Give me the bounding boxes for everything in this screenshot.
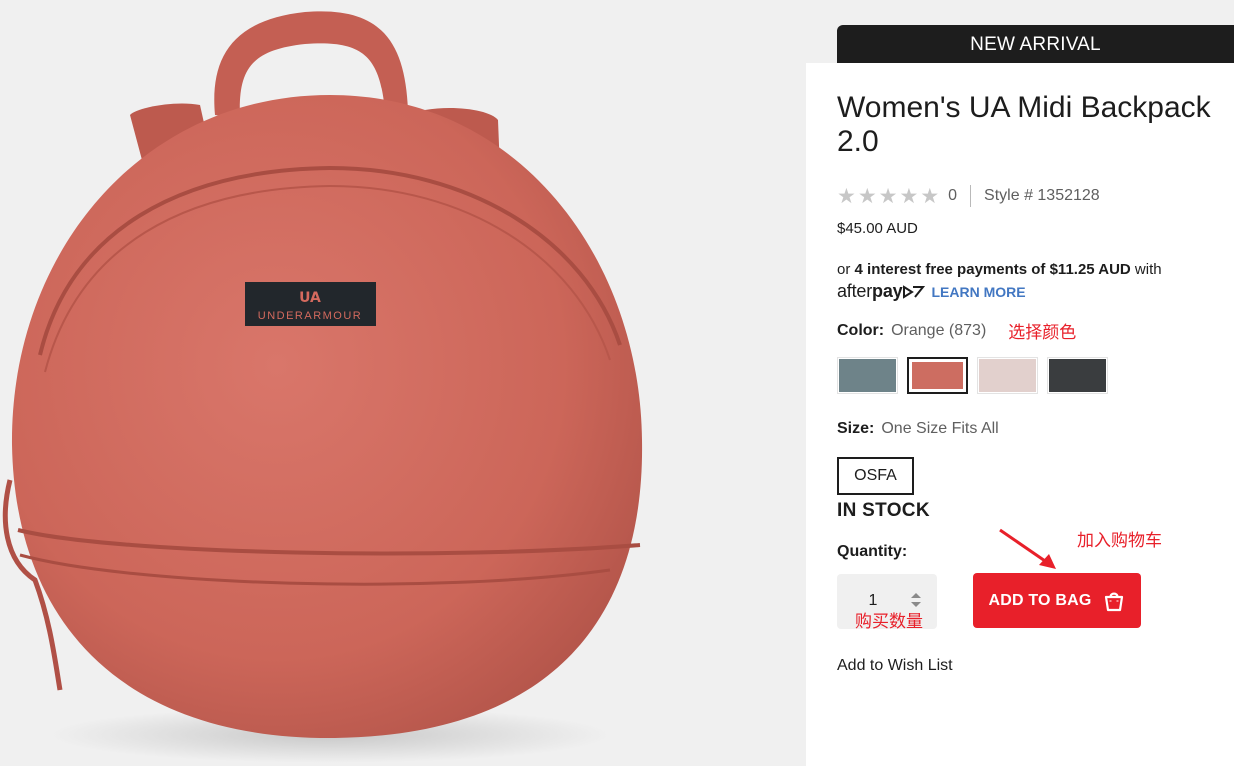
product-price: $45.00 AUD [837,220,918,237]
afterpay-suffix: with [1130,261,1162,278]
color-value: Orange (873) [891,321,987,339]
afterpay-logo-text: after [837,281,873,301]
star-icon: ★ [899,183,919,208]
add-to-cart-annotation: 加入购物车 [1077,531,1162,550]
afterpay-prefix: or [837,261,855,278]
rating-row: ★ ★ ★ ★ ★ 0 Style # 1352128 [837,184,1100,208]
star-icon: ★ [878,183,898,208]
learn-more-link[interactable]: LEARN MORE [931,284,1025,300]
stock-status: IN STOCK [837,500,930,521]
annotation-arrow-icon [999,528,1056,569]
svg-text:UA: UA [299,290,321,306]
color-row: Color: Orange (873) 选择颜色 [837,318,1076,343]
star-icon: ★ [920,183,940,208]
afterpay-arrows-icon [903,284,926,299]
rating-count[interactable]: 0 [948,187,957,205]
afterpay-info: or 4 interest free payments of $11.25 AU… [837,261,1162,278]
afterpay-logo-bold: pay [872,281,903,301]
afterpay-installments: 4 interest free payments of $11.25 AUD [854,261,1131,278]
swatch-dark-grey[interactable] [1047,357,1108,394]
new-arrival-badge: NEW ARRIVAL [837,25,1234,63]
size-row: Size: One Size Fits All [837,420,999,438]
afterpay-row: afterpay LEARN MORE [837,281,1026,302]
star-icon: ★ [837,183,856,208]
product-title: Women's UA Midi Backpack 2.0 [837,91,1211,158]
product-image: UA UNDERARMOUR [0,0,806,766]
add-to-wishlist-link[interactable]: Add to Wish List [837,657,953,675]
size-option-osfa[interactable]: OSFA [837,457,914,495]
add-to-bag-button[interactable]: ADD TO BAG [973,573,1141,628]
swatch-orange[interactable] [907,357,968,394]
style-number: Style # 1352128 [984,187,1100,204]
shopping-bag-icon [1104,592,1123,611]
select-color-annotation: 选择颜色 [1008,323,1077,342]
star-icon: ★ [857,183,877,208]
size-label: Size: [837,420,875,437]
quantity-label: Quantity: [837,543,908,560]
color-label: Color: [837,321,885,339]
quantity-annotation: 购买数量 [855,612,923,631]
swatch-grey-blue[interactable] [837,357,898,394]
backpack-illustration: UA UNDERARMOUR [2,11,643,763]
rating-stars[interactable]: ★ ★ ★ ★ ★ [837,183,940,208]
svg-text:UNDERARMOUR: UNDERARMOUR [258,310,363,322]
afterpay-logo: afterpay [837,281,903,302]
size-value: One Size Fits All [881,420,999,437]
divider [970,185,972,207]
swatch-light-pink[interactable] [977,357,1038,394]
add-to-bag-label: ADD TO BAG [988,591,1092,609]
